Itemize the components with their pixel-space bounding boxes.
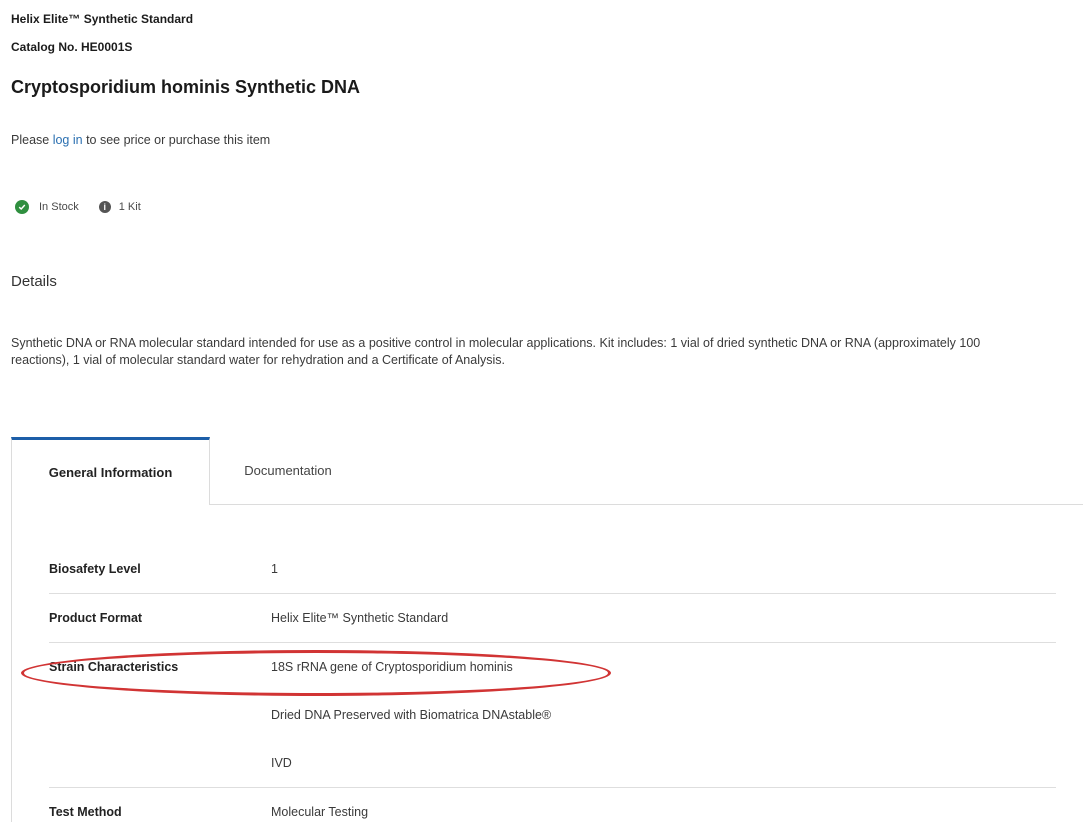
table-row-strain-characteristics: Strain Characteristics 18S rRNA gene of … (21, 643, 1056, 788)
stock-status-row: In Stock i 1 Kit (15, 199, 141, 215)
stock-status-label: In Stock (39, 201, 79, 213)
row-label: Test Method (49, 805, 122, 819)
row-value: Helix Elite™ Synthetic Standard (271, 611, 449, 625)
row-value: 18S rRNA gene of Cryptosporidium hominis (271, 660, 513, 674)
general-information-table: Biosafety Level 1 Product Format Helix E… (21, 545, 1056, 822)
login-prompt: Please log in to see price or purchase t… (11, 133, 270, 147)
table-row-product-format: Product Format Helix Elite™ Synthetic St… (49, 594, 1056, 643)
check-circle-icon (15, 200, 29, 214)
row-label: Product Format (49, 611, 143, 625)
row-label: Biosafety Level (49, 562, 141, 576)
row-value: Molecular Testing (271, 805, 369, 819)
product-brand: Helix Elite™ Synthetic Standard (11, 12, 194, 26)
row-value: 1 (271, 562, 278, 576)
catalog-number: Catalog No. HE0001S (11, 40, 133, 54)
row-value: Dried DNA Preserved with Biomatrica DNAs… (271, 708, 552, 722)
table-row-test-method: Test Method Molecular Testing (49, 788, 1056, 822)
login-prompt-suffix: to see price or purchase this item (82, 133, 271, 147)
product-page: Helix Elite™ Synthetic Standard Catalog … (0, 0, 1083, 822)
details-heading: Details (11, 273, 57, 290)
tab-general-information[interactable]: General Information (11, 437, 210, 505)
info-icon: i (98, 201, 111, 213)
table-row-biosafety-level: Biosafety Level 1 (49, 545, 1056, 594)
row-label: Strain Characteristics (49, 660, 179, 674)
login-prompt-prefix: Please (11, 133, 53, 147)
page-title: Cryptosporidium hominis Synthetic DNA (11, 77, 361, 97)
details-description: Synthetic DNA or RNA molecular standard … (11, 336, 981, 367)
tab-documentation[interactable]: Documentation (211, 450, 365, 490)
quantity-label: 1 Kit (118, 201, 141, 213)
row-value: IVD (271, 756, 292, 770)
login-link[interactable]: log in (53, 133, 83, 147)
